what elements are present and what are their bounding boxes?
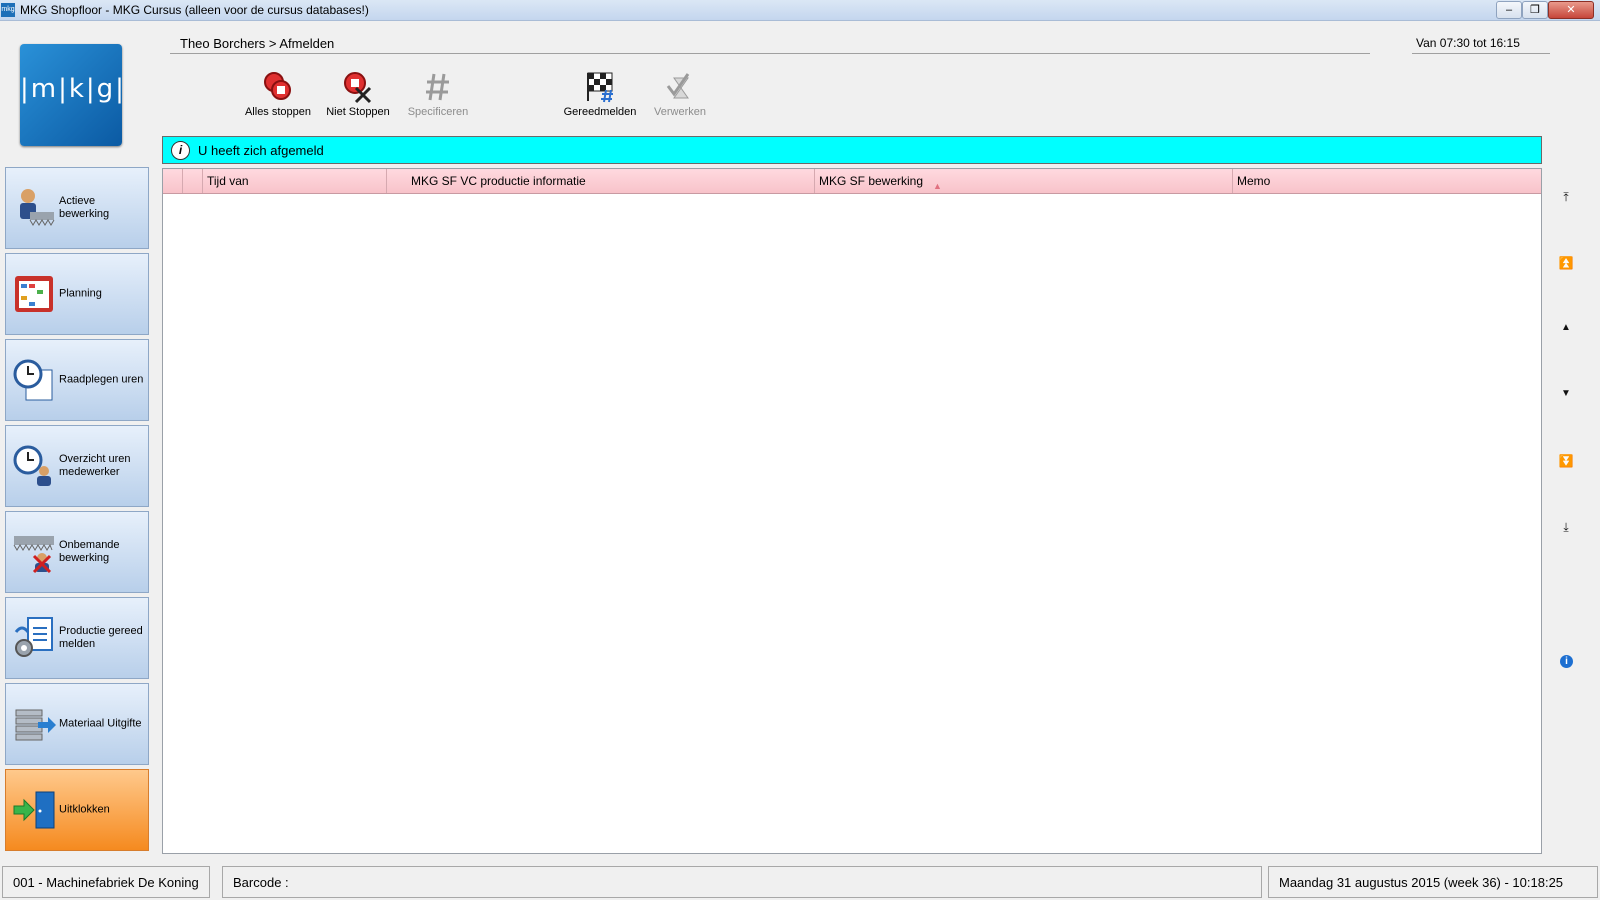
specificeren-button[interactable]: Specificeren xyxy=(398,70,478,118)
alles-stoppen-button[interactable]: Alles stoppen xyxy=(238,70,318,118)
time-range-divider xyxy=(1412,53,1550,54)
selector-header xyxy=(183,169,203,193)
nav-overzicht-uren-medewerker[interactable]: Overzicht uren medewerker xyxy=(5,425,149,507)
nav-onbemande-bewerking[interactable]: Onbemande bewerking xyxy=(5,511,149,593)
info-icon: i xyxy=(171,141,190,160)
scroll-page-up-button[interactable]: ⏫ xyxy=(1558,256,1574,270)
scroll-page-down-button[interactable]: ⏬ xyxy=(1558,454,1574,468)
sort-ascending-icon: ▲ xyxy=(933,181,942,191)
status-bar: 001 - Machinefabriek De Koning Barcode :… xyxy=(0,866,1600,900)
nav-planning[interactable]: Planning xyxy=(5,253,149,335)
nav-materiaal-uitgifte[interactable]: Materiaal Uitgifte xyxy=(5,683,149,765)
worker-saw-icon xyxy=(20,189,55,226)
window-title: MKG Shopfloor - MKG Cursus (alleen voor … xyxy=(20,3,369,17)
nav-label: Materiaal Uitgifte xyxy=(59,717,142,730)
door-exit-icon xyxy=(13,791,55,829)
column-header-bewerking-label: MKG SF bewerking xyxy=(819,174,924,188)
nav-label: Uitklokken xyxy=(59,803,110,816)
datetime-status: Maandag 31 augustus 2015 (week 36) - 10:… xyxy=(1268,866,1598,898)
title-bar: mkg MKG Shopfloor - MKG Cursus (alleen v… xyxy=(0,0,1600,21)
clock-document-icon xyxy=(13,359,53,401)
nav-label: Onbemande bewerking xyxy=(59,539,120,564)
breadcrumb: Theo Borchers > Afmelden xyxy=(180,36,335,51)
nav-label: Planning xyxy=(59,287,102,300)
app-icon: mkg xyxy=(1,3,15,17)
data-grid[interactable]: Tijd van MKG SF VC productie informatie … xyxy=(162,168,1542,854)
scroll-up-button[interactable]: ▲ xyxy=(1558,322,1574,333)
logo-text: |m|k|g| xyxy=(20,74,126,104)
nav-label: Overzicht uren medewerker xyxy=(59,453,131,478)
mkg-logo: |m|k|g| xyxy=(20,44,126,146)
saw-crossed-person-icon xyxy=(13,536,54,574)
column-header-memo[interactable]: Memo xyxy=(1233,169,1541,193)
close-button[interactable]: ✕ xyxy=(1548,1,1594,19)
column-header-tijd-van[interactable]: Tijd van xyxy=(203,169,387,193)
about-info-icon[interactable]: i xyxy=(1560,655,1573,668)
specificeren-label: Specificeren xyxy=(407,106,469,118)
scroll-down-button[interactable]: ▼ xyxy=(1558,388,1574,399)
gereedmelden-button[interactable]: Gereedmelden xyxy=(560,70,640,118)
info-message: U heeft zich afgemeld xyxy=(198,143,324,158)
gereedmelden-label: Gereedmelden xyxy=(563,106,637,118)
maximize-button[interactable]: ❐ xyxy=(1522,1,1548,19)
do-not-stop-icon xyxy=(344,72,372,104)
barcode-field[interactable]: Barcode : xyxy=(222,866,1262,898)
checkered-flag-icon xyxy=(587,72,613,103)
nav-raadplegen-uren[interactable]: Raadplegen uren xyxy=(5,339,149,421)
gear-document-icon xyxy=(14,617,53,657)
nav-uitklokken[interactable]: Uitklokken xyxy=(5,769,149,851)
column-header-bewerking[interactable]: MKG SF bewerking ▲ xyxy=(815,169,1233,193)
alles-stoppen-label: Alles stoppen xyxy=(244,106,312,118)
nav-label: Actieve bewerking xyxy=(59,195,110,220)
stop-all-icon xyxy=(264,72,291,100)
nav-label: Productie gereed melden xyxy=(59,625,143,650)
nav-label: Raadplegen uren xyxy=(59,373,144,386)
nav-actieve-bewerking[interactable]: Actieve bewerking xyxy=(5,167,149,249)
clock-person-icon xyxy=(13,445,51,486)
niet-stoppen-button[interactable]: Niet Stoppen xyxy=(318,70,398,118)
verwerken-label: Verwerken xyxy=(654,106,706,118)
scroll-first-button[interactable]: ⤒ xyxy=(1558,190,1574,205)
header-divider xyxy=(170,53,1370,54)
minimize-button[interactable]: – xyxy=(1496,1,1522,19)
verwerken-button[interactable]: Verwerken xyxy=(640,70,720,118)
info-bar: i U heeft zich afgemeld xyxy=(162,136,1542,164)
time-range: Van 07:30 tot 16:15 xyxy=(1416,36,1520,50)
company-status: 001 - Machinefabriek De Koning xyxy=(2,866,210,898)
nav-productie-gereed-melden[interactable]: Productie gereed melden xyxy=(5,597,149,679)
scroll-last-button[interactable]: ⤓ xyxy=(1558,520,1574,535)
row-indicator-header xyxy=(163,169,183,193)
stack-arrow-icon xyxy=(15,709,56,741)
grid-header: Tijd van MKG SF VC productie informatie … xyxy=(163,169,1541,194)
niet-stoppen-label: Niet Stoppen xyxy=(326,106,390,118)
planning-calendar-icon xyxy=(15,276,53,312)
process-check-icon xyxy=(666,73,690,99)
hash-icon xyxy=(426,73,449,101)
column-header-productie-informatie[interactable]: MKG SF VC productie informatie xyxy=(407,169,815,193)
